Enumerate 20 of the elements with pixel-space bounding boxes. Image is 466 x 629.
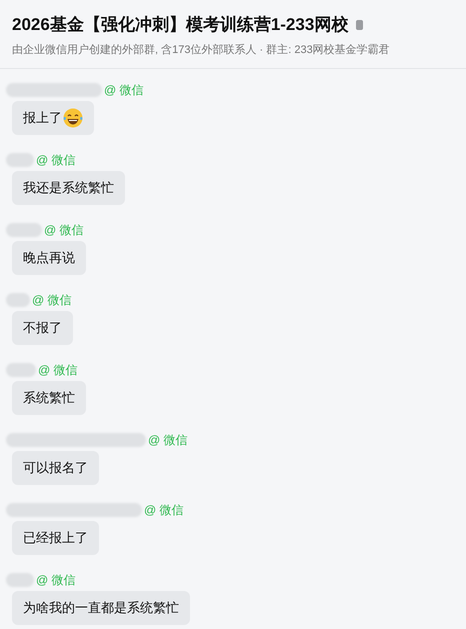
- message-bubble: 已经报上了: [12, 521, 99, 555]
- source-label: @ 微信: [104, 82, 144, 99]
- chat-title: 2026基金【强化冲刺】模考训练营1-233网校: [12, 14, 348, 36]
- message-bubble: 不报了: [12, 311, 73, 345]
- source-label: @ 微信: [36, 572, 76, 589]
- message-bubble: 报上了: [12, 101, 94, 135]
- message-bubble: 可以报名了: [12, 451, 99, 485]
- source-label: @ 微信: [144, 502, 184, 519]
- message-bubble: 为啥我的一直都是系统繁忙: [12, 591, 190, 625]
- message-bubble: 晚点再说: [12, 241, 86, 275]
- lock-icon: [356, 20, 364, 30]
- source-label: @ 微信: [148, 432, 188, 449]
- source-label: @ 微信: [38, 362, 78, 379]
- source-label: @ 微信: [32, 292, 72, 309]
- source-label: @ 微信: [36, 152, 76, 169]
- message-bubble: 系统繁忙: [12, 381, 86, 415]
- message-bubble: 我还是系统繁忙: [12, 171, 125, 205]
- laughing-emoji-icon: [63, 108, 83, 128]
- group-info: 由企业微信用户创建的外部群, 含173位外部联系人 · 群主: 233网校基金学霸君: [12, 42, 391, 58]
- source-label: @ 微信: [44, 222, 84, 239]
